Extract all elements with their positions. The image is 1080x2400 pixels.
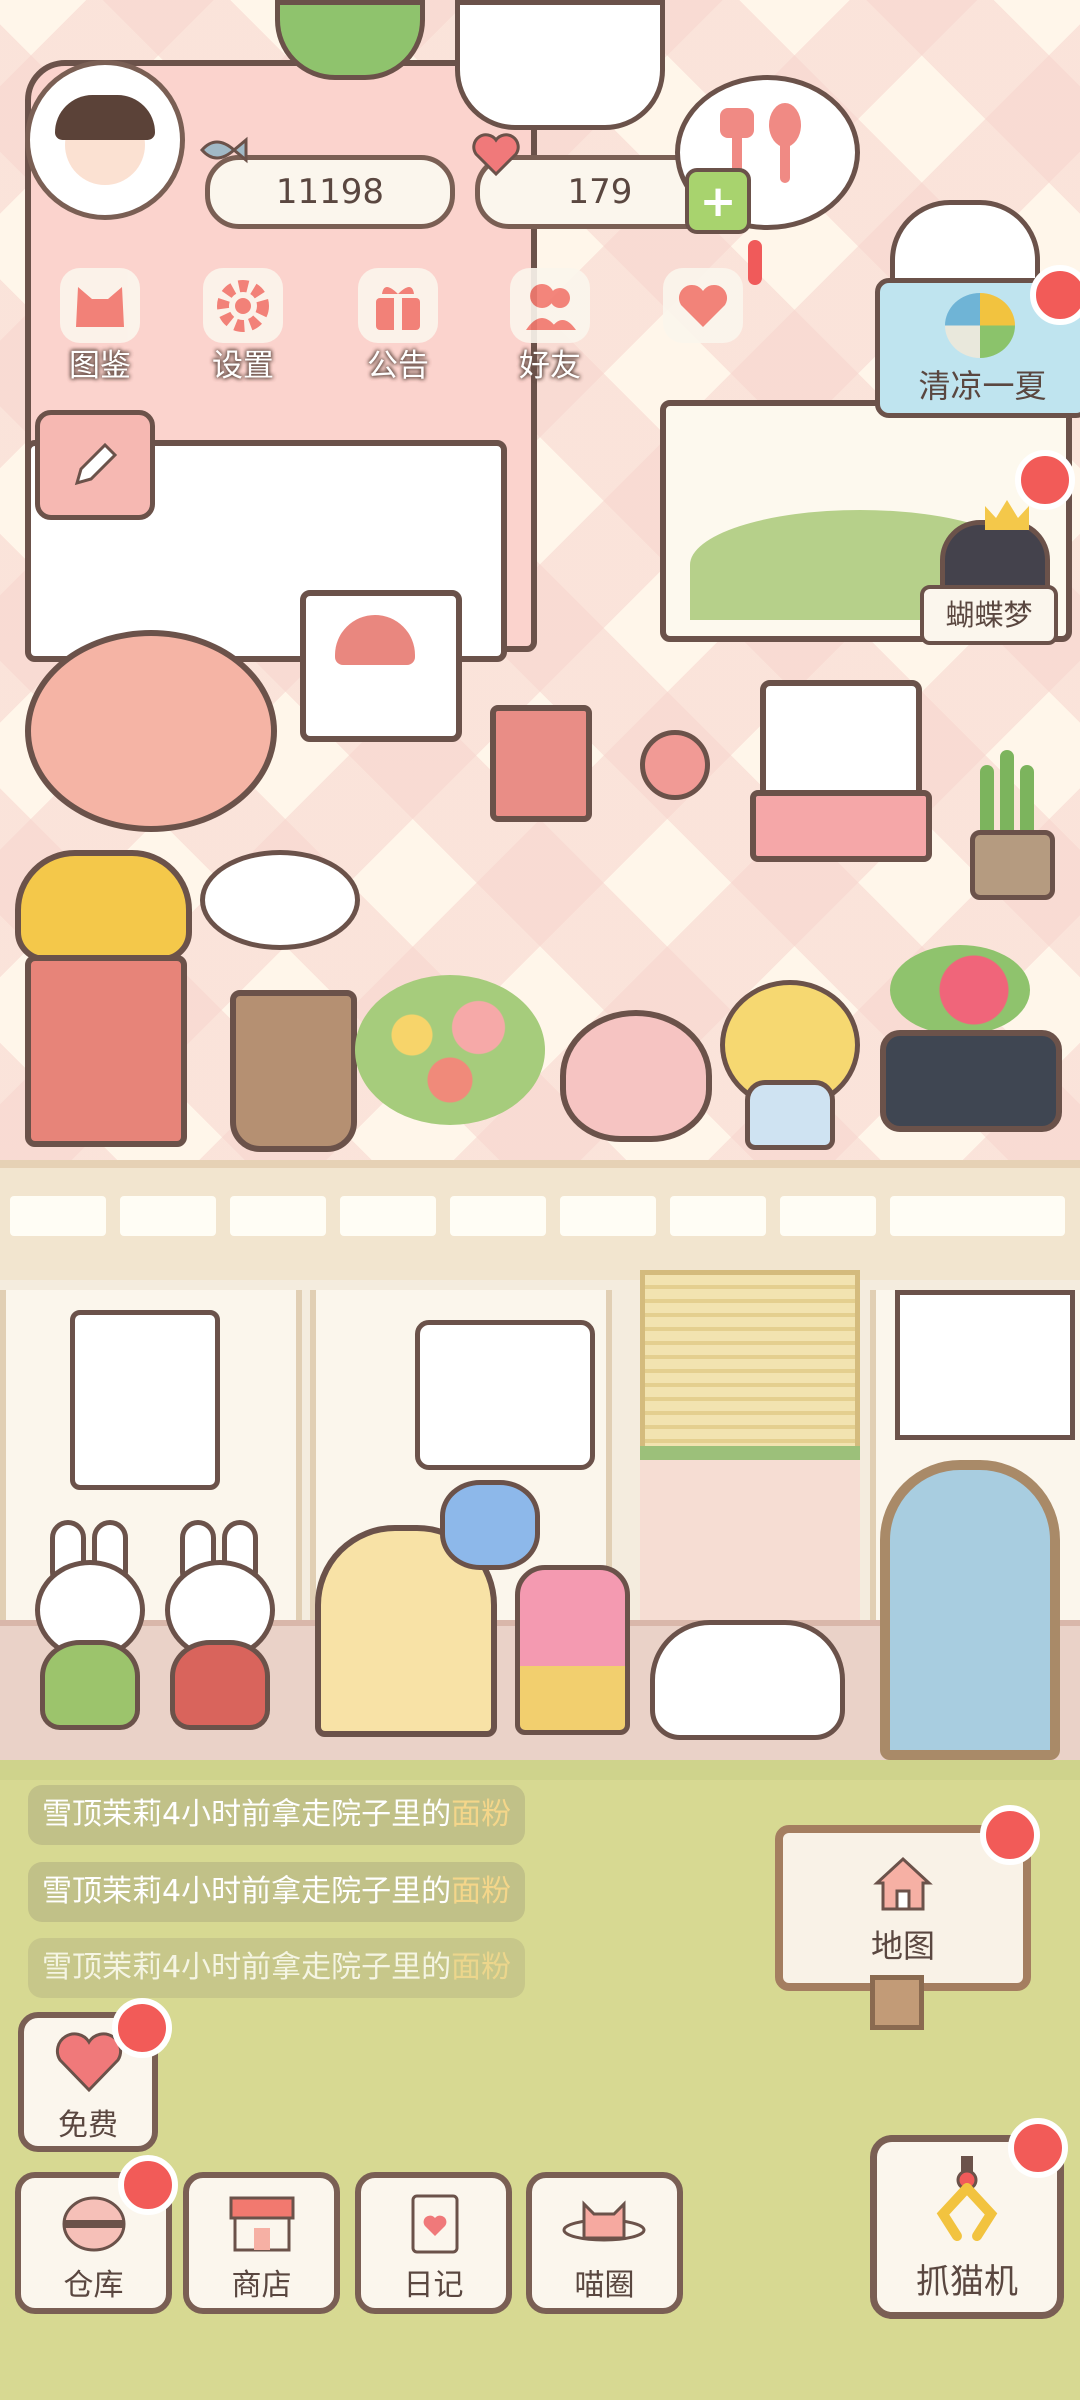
edit-room-button[interactable] [35,410,155,520]
summer-event-label: 清凉一夏 [918,367,1047,405]
map-badge [980,1805,1040,1865]
feed-item-name: 面粉 [451,1874,512,1909]
alice-doll[interactable] [710,970,860,1150]
feed-player-name: 雪顶茉莉 [42,1797,162,1832]
claw-badge [1008,2118,1068,2178]
beach-ball-icon [945,293,1015,358]
gear-icon [203,268,283,343]
sign-post [870,1975,924,2030]
mushroom-easel[interactable] [300,590,462,742]
feed-item-name: 面粉 [451,1950,512,1985]
shaved-ice-cart[interactable] [25,955,187,1147]
nav-shop[interactable]: 商店 [183,2172,340,2314]
storage-badge [118,2155,178,2215]
house-icon [873,1856,933,1911]
feed-text: 4小时前拿走院子里的 [162,1950,452,1985]
alert-mark-icon [748,240,762,285]
incense-vase[interactable] [640,730,710,800]
cat-in-dress[interactable] [455,0,665,130]
bunny-figure-green[interactable] [30,1520,145,1730]
free-button-label: 免费 [58,2108,118,2143]
panda-plush[interactable] [890,200,1040,290]
feed-player-name: 雪顶茉莉 [42,1874,162,1909]
hat-flowers [890,945,1030,1035]
menu-notice-label: 公告 [367,348,429,384]
cat-planet-icon [562,2200,646,2242]
heart-count: 179 [567,172,633,212]
activity-feed-item: 雪顶茉莉4小时前拿走院子里的面粉 [28,1938,526,1998]
top-hat[interactable] [880,1030,1062,1132]
player-avatar[interactable] [25,60,185,220]
pink-beanbag[interactable] [25,630,277,832]
nav-diary-label: 日记 [403,2268,464,2303]
nav-shop-label: 商店 [231,2268,292,2303]
butterfly-badge [1015,450,1075,510]
map-button-label: 地图 [870,1927,935,1965]
watering-kettle[interactable] [560,1010,712,1142]
friends-icon [510,268,590,343]
pencil-icon [74,442,118,486]
blue-butterfly[interactable] [440,1480,540,1570]
menu-friends[interactable]: 好友 [490,268,610,388]
gift-icon [358,268,438,343]
menu-catalog[interactable]: 图鉴 [40,268,160,388]
menu-friends-label: 好友 [519,348,581,384]
potted-plant[interactable] [960,750,1055,900]
activity-feed-item: 雪顶茉莉4小时前拿走院子里的面粉 [28,1862,526,1922]
activity-feed-item: 雪顶茉莉4小时前拿走院子里的面粉 [28,1785,526,1845]
fish-count: 11198 [275,172,385,212]
storage-icon [62,2196,126,2252]
menu-settings[interactable]: 设置 [183,268,303,388]
hyacinth-pot[interactable] [515,1565,630,1735]
wooden-bucket[interactable] [230,990,357,1152]
flower-scroll[interactable] [415,1320,595,1470]
feed-text: 4小时前拿走院子里的 [162,1797,452,1832]
free-badge [112,1998,172,2058]
heart-icon [55,2032,123,2093]
nav-cat-circle-label: 喵圈 [574,2268,635,2303]
cat-poster[interactable] [895,1290,1075,1440]
flower-basket[interactable] [355,975,545,1125]
feed-player-name: 雪顶茉莉 [42,1950,162,1985]
add-currency-button[interactable]: + [685,168,751,234]
diary-icon [411,2194,459,2254]
cat-face-icon [60,268,140,343]
fish-icon [200,136,248,164]
yellow-dog-figure[interactable] [15,850,192,962]
heart-coin-icon [472,133,520,177]
crown-icon [985,500,1029,530]
heart-message-icon [663,268,743,343]
shop-icon [229,2196,295,2252]
butterfly-dream-event[interactable]: 蝴蝶梦 [920,500,1058,645]
bamboo-blind [640,1270,860,1460]
claw-machine-label: 抓猫机 [916,2262,1018,2302]
menu-notice[interactable]: 公告 [338,268,458,388]
signboard-stand [750,790,932,862]
butterfly-dream-label: 蝴蝶梦 [920,585,1058,645]
menu-messages[interactable] [643,268,763,388]
menu-catalog-label: 图鉴 [69,348,131,384]
paper-fan[interactable] [200,850,360,950]
white-cat-cushion[interactable] [650,1620,845,1740]
pink-book[interactable] [490,705,592,822]
cat-scroll[interactable] [70,1310,220,1490]
bunny-figure-red[interactable] [160,1520,275,1730]
claw-icon [936,2156,998,2241]
menu-settings-label: 设置 [212,348,274,384]
standing-mirror[interactable] [880,1460,1060,1760]
nav-storage-label: 仓库 [63,2268,124,2303]
window-wall [640,1460,860,1620]
feed-text: 4小时前拿走院子里的 [162,1874,452,1909]
window-ledge [0,1160,1080,1298]
window-sill [640,1446,860,1460]
nav-diary[interactable]: 日记 [355,2172,512,2314]
feed-item-name: 面粉 [451,1797,512,1832]
nav-cat-circle[interactable]: 喵圈 [526,2172,683,2314]
